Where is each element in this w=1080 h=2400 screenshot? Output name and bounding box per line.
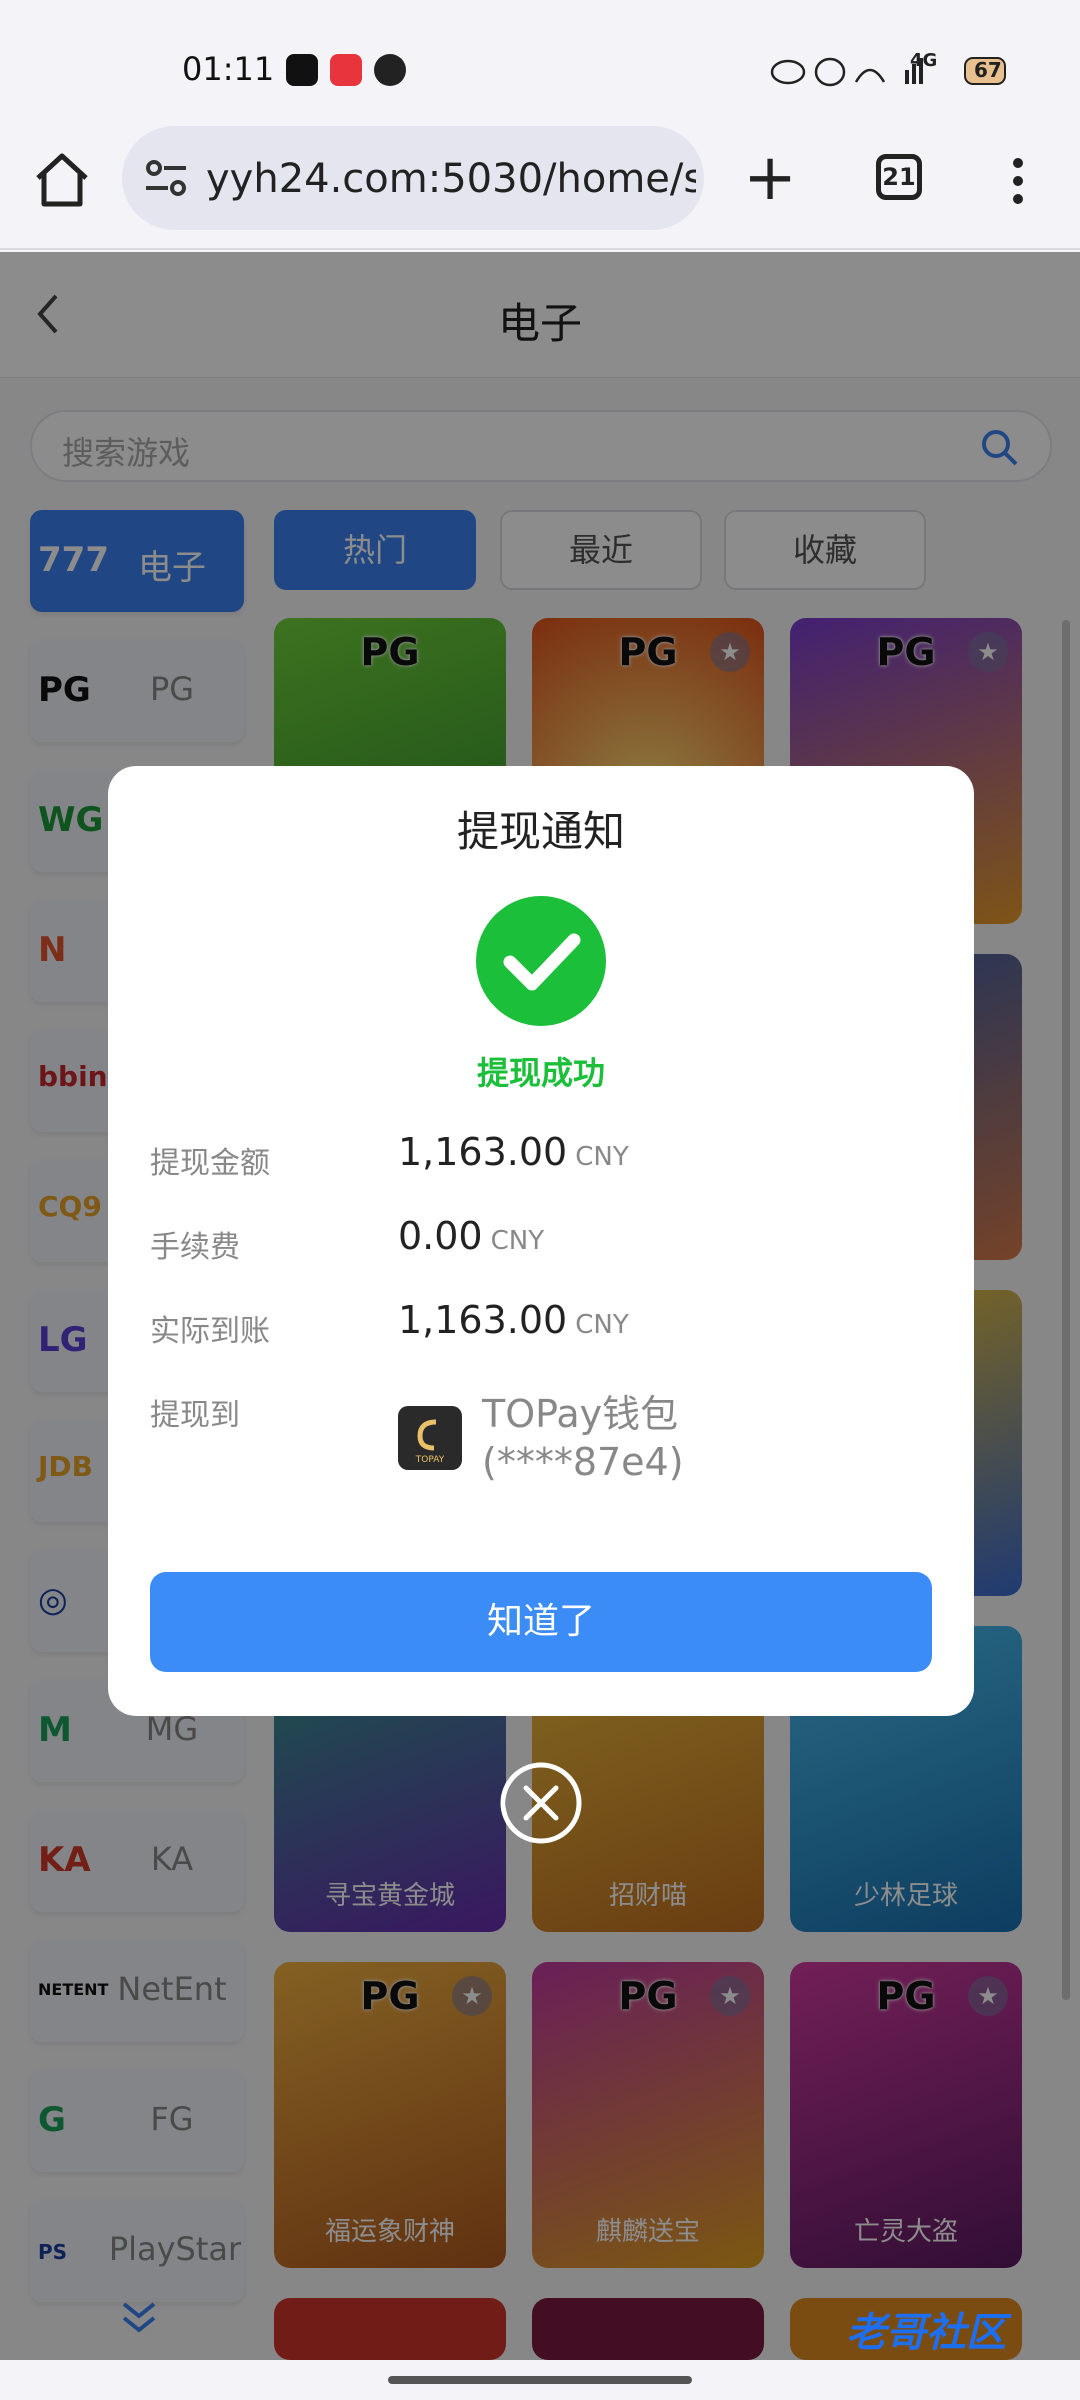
svg-text:TOPAY: TOPAY: [415, 1455, 445, 1465]
wallet-account: (****87e4): [482, 1440, 684, 1484]
browser-toolbar: yyh24.com:5030/home/su + 21: [0, 120, 1080, 250]
xiaohongshu-icon: [330, 54, 362, 86]
topay-wallet-icon: TOPAY: [398, 1406, 462, 1470]
amount-label: 提现金额: [150, 1146, 270, 1181]
withdraw-status: 提现成功: [476, 1054, 605, 1092]
wallet-name: TOPay钱包: [482, 1392, 679, 1436]
watermark-text: 老哥社区: [846, 2310, 1006, 2356]
site-settings-icon[interactable]: [144, 160, 188, 196]
success-check-icon: [476, 896, 606, 1026]
status-bar: 01:11 4G 67: [0, 0, 1080, 120]
fee-value: 0.00 CNY: [398, 1214, 545, 1258]
tiktok-icon: [286, 54, 318, 86]
fee-label: 手续费: [150, 1230, 240, 1265]
more-menu-icon[interactable]: [1002, 154, 1034, 210]
confirm-button[interactable]: 知道了: [150, 1572, 932, 1672]
received-label: 实际到账: [150, 1314, 270, 1349]
nav-gesture-bar: [0, 2360, 1080, 2400]
battery-level: 67: [974, 58, 1002, 82]
dialog-title: 提现通知: [456, 807, 625, 856]
wallet-info: TOPay钱包 (****87e4): [482, 1390, 684, 1486]
new-tab-icon[interactable]: +: [742, 146, 798, 210]
received-value: 1,163.00 CNY: [398, 1298, 629, 1342]
destination-label: 提现到: [150, 1398, 240, 1433]
status-time: 01:11: [182, 50, 275, 88]
amount-value: 1,163.00 CNY: [398, 1130, 629, 1174]
close-icon[interactable]: [498, 1760, 584, 1846]
tab-switcher-button[interactable]: 21: [876, 154, 922, 200]
network-label: 4G: [910, 50, 938, 71]
home-icon[interactable]: [34, 150, 90, 210]
url-text[interactable]: yyh24.com:5030/home/su: [206, 156, 696, 202]
withdraw-notice-dialog: 提现通知 提现成功 提现金额 1,163.00 CNY 手续费 0.00 CNY 实…: [108, 766, 974, 1716]
url-bar[interactable]: yyh24.com:5030/home/su: [122, 126, 704, 230]
gesture-handle[interactable]: [388, 2376, 692, 2384]
wechat-icon: [374, 54, 406, 86]
